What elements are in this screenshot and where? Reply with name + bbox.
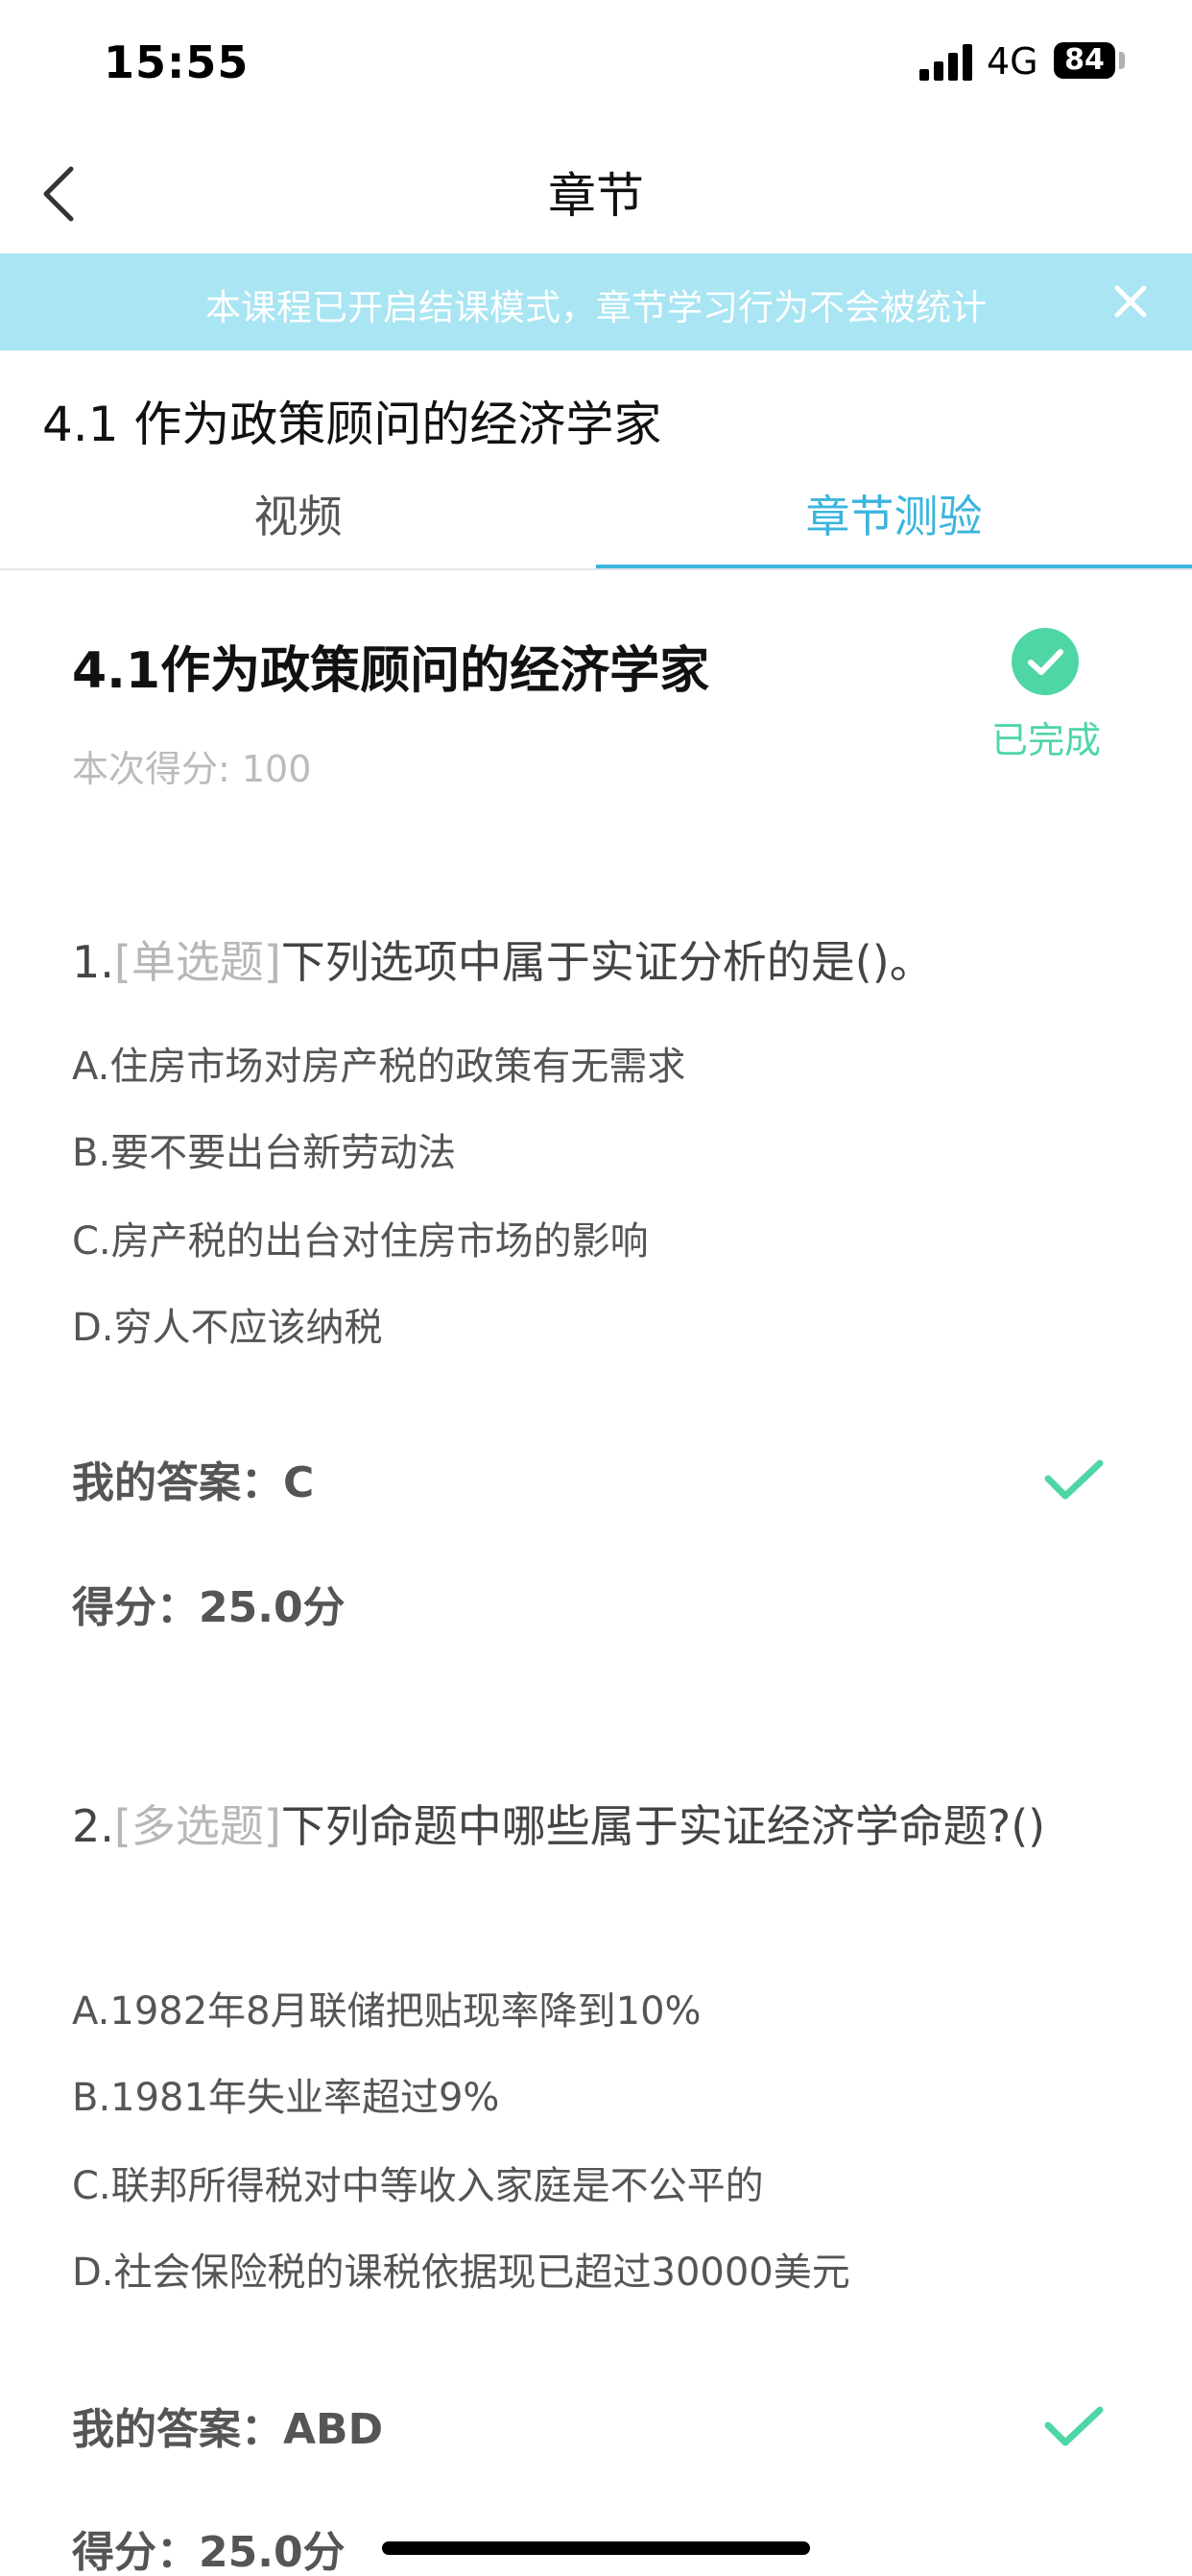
question-text: 下列选项中属于实证分析的是()。 [280,936,934,988]
quiz-status-badge: 已完成 [990,719,1101,761]
question-number: 1. [72,936,114,988]
banner-text: 本课程已开启结课模式，章节学习行为不会被统计 [205,287,987,328]
check-circle-icon [1012,628,1079,695]
question-2-stem: 2.[多选题]下列命题中哪些属于实证经济学命题?() [72,1792,1128,1861]
battery-icon: 84 [1054,42,1115,79]
question-1-option-d: D.穷人不应该纳税 [72,1306,383,1350]
question-1-stem: 1.[单选题]下列选项中属于实证分析的是()。 [72,927,1128,997]
question-1-my-answer: 我的答案：C [72,1458,315,1507]
question-1-option-b: B.要不要出台新劳动法 [72,1131,457,1175]
active-tab-indicator [596,565,1192,568]
tab-bar: 视频 章节测验 [0,470,1192,570]
question-number: 2. [72,1800,114,1852]
checkmark-icon [1042,2402,1106,2450]
nav-bar: 章节 [0,134,1192,253]
question-2-option-b: B.1981年失业率超过9% [72,2076,500,2120]
status-time: 15:55 [104,36,250,88]
section-title: 4.1 作为政策顾问的经济学家 [42,397,662,452]
checkmark-icon [1042,1456,1106,1504]
tab-video[interactable]: 视频 [0,482,596,545]
home-indicator[interactable] [382,2541,810,2555]
notice-banner: 本课程已开启结课模式，章节学习行为不会被统计 [0,253,1192,350]
chapter-page: 15:55 4G 84 章节 本课程已开启结课模式，章节学习行为不会被统计 4.… [0,0,1192,2576]
question-2-option-d: D.社会保险税的课税依据现已超过30000美元 [72,2251,850,2295]
battery-cap [1119,52,1125,69]
question-1-option-a: A.住房市场对房产税的政策有无需求 [72,1045,686,1089]
banner-close-button[interactable] [1104,275,1157,328]
question-2-score: 得分：25.0分 [72,2528,346,2576]
quiz-score: 本次得分: 100 [72,748,312,790]
question-2-option-a: A.1982年8月联储把贴现率降到10% [72,1989,702,2034]
tab-chapter-quiz[interactable]: 章节测验 [596,482,1192,545]
question-1-score: 得分：25.0分 [72,1583,346,1632]
status-bar: 15:55 4G 84 [0,0,1192,134]
question-type: [单选题] [113,936,281,988]
close-icon [1114,285,1147,318]
network-type: 4G [987,40,1038,83]
quiz-title: 4.1作为政策顾问的经济学家 [72,642,710,700]
question-text: 下列命题中哪些属于实证经济学命题?() [280,1800,1046,1852]
page-title: 章节 [548,168,644,224]
signal-icon [919,42,973,81]
question-type: [多选题] [113,1800,281,1852]
question-1-option-c: C.房产税的出台对住房市场的影响 [72,1219,649,1264]
question-2-my-answer: 我的答案：ABD [72,2405,384,2454]
question-2-option-c: C.联邦所得税对中等收入家庭是不公平的 [72,2164,764,2208]
